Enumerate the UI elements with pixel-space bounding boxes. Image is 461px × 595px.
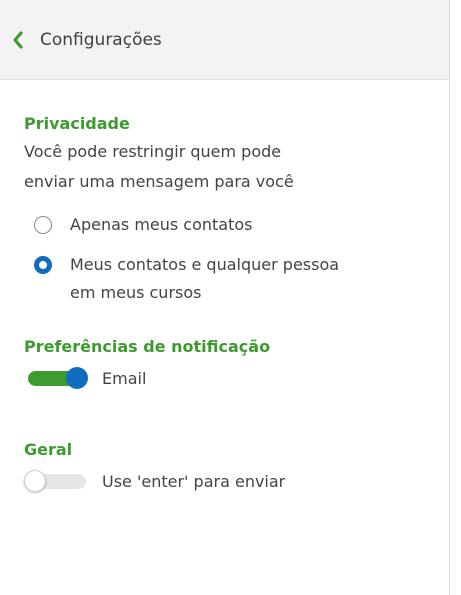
radio-label-line2: em meus cursos (70, 283, 202, 302)
general-section-title: Geral (24, 440, 73, 459)
enter-to-send-toggle[interactable] (24, 469, 88, 493)
email-toggle[interactable] (24, 366, 88, 390)
privacy-section-title: Privacidade (24, 114, 130, 133)
toggle-knob (66, 367, 88, 389)
radio-button-unchecked[interactable] (34, 216, 52, 234)
enter-toggle-row[interactable]: Use 'enter' para enviar (24, 469, 449, 493)
enter-to-send-label: Use 'enter' para enviar (102, 471, 286, 491)
radio-label-line1: Meus contatos e qualquer pessoa (70, 255, 340, 274)
notifications-section-title: Preferências de notificação (24, 337, 271, 356)
privacy-description-line2: enviar uma mensagem para você (24, 172, 294, 191)
settings-panel: Configurações Privacidade Você pode rest… (0, 0, 450, 595)
privacy-description: Você pode restringir quem pode enviar um… (24, 137, 424, 197)
email-toggle-row[interactable]: Email (24, 366, 449, 390)
chevron-left-icon[interactable] (12, 30, 28, 50)
toggle-knob (24, 470, 46, 492)
radio-option-contacts-only[interactable]: Apenas meus contatos (34, 211, 449, 239)
radio-button-checked[interactable] (34, 256, 52, 274)
radio-label-contacts-and-courses: Meus contatos e qualquer pessoa em meus … (70, 251, 339, 307)
email-toggle-label: Email (102, 368, 147, 388)
privacy-description-line1: Você pode restringir quem pode (24, 142, 282, 161)
radio-option-contacts-and-courses[interactable]: Meus contatos e qualquer pessoa em meus … (34, 251, 449, 307)
radio-label-contacts-only: Apenas meus contatos (70, 215, 253, 234)
settings-header[interactable]: Configurações (0, 0, 449, 80)
page-title: Configurações (40, 29, 162, 50)
